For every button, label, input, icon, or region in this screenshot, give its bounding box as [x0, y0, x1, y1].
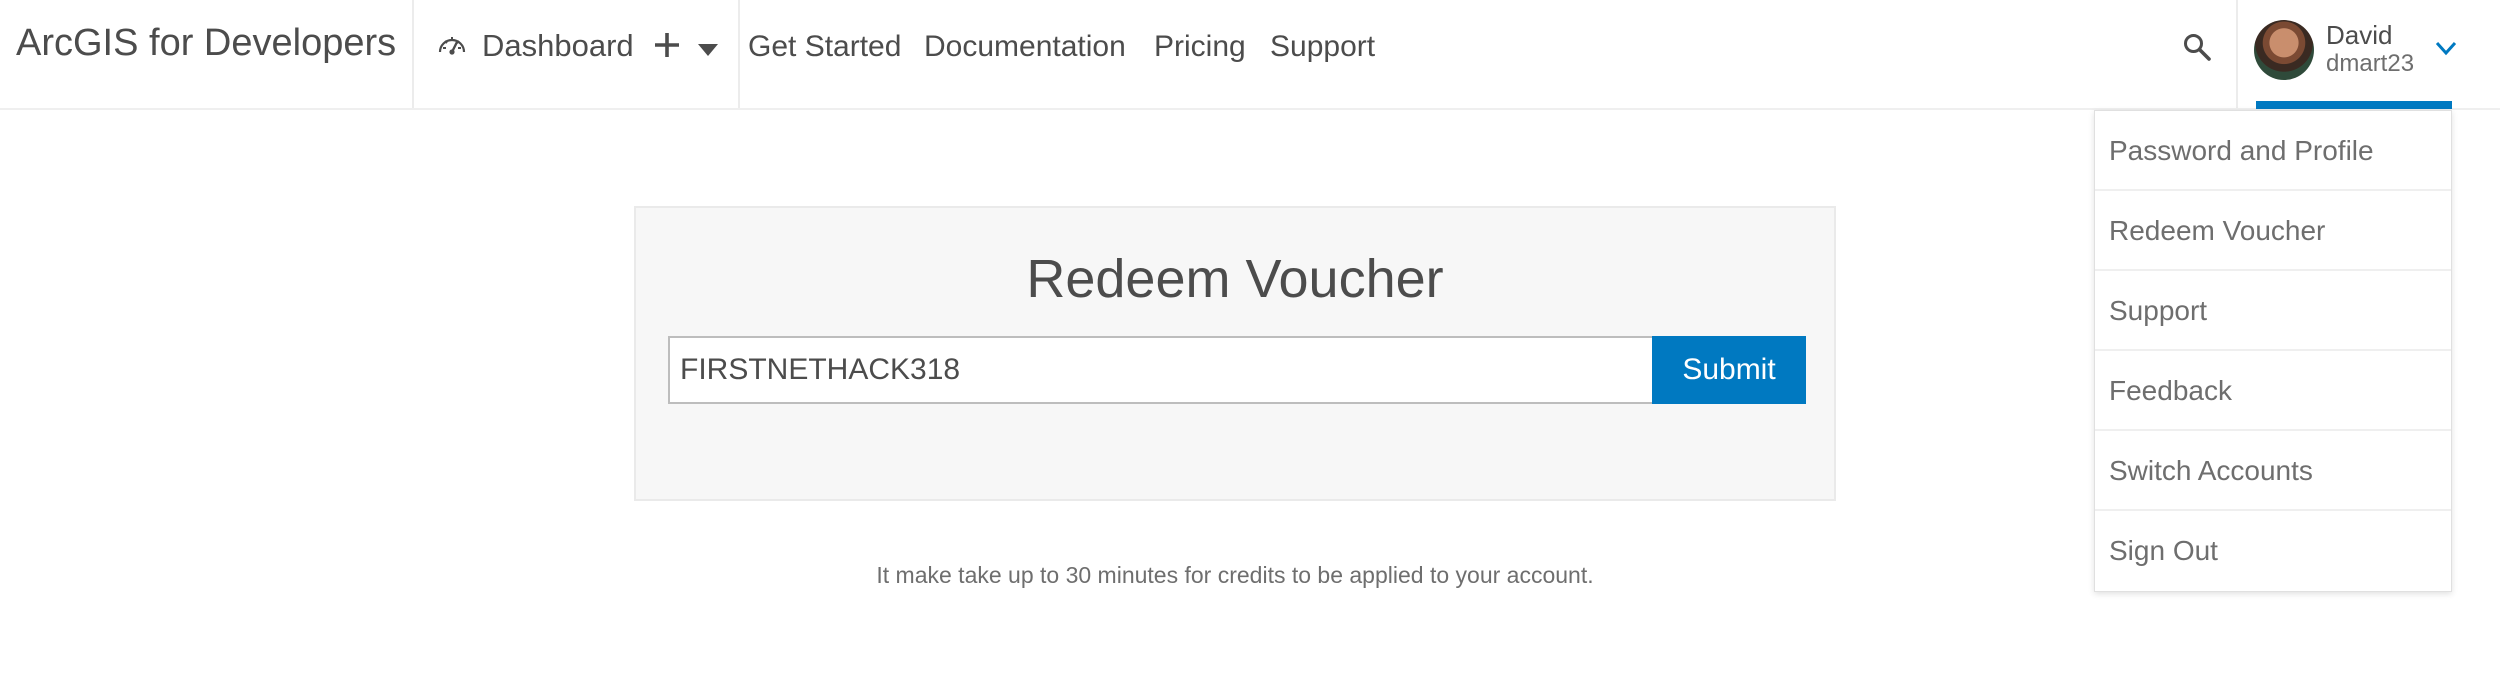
menu-item-support[interactable]: Support	[2095, 271, 2451, 351]
voucher-code-input[interactable]	[668, 336, 1654, 404]
speedometer-icon	[438, 37, 466, 55]
user-username: dmart23	[2326, 50, 2415, 77]
user-dropdown-menu: Password and Profile Redeem Voucher Supp…	[2094, 110, 2452, 592]
credit-delay-note: It make take up to 30 minutes for credit…	[876, 562, 1594, 588]
nav-pricing[interactable]: Pricing	[1154, 30, 1246, 64]
avatar	[2254, 20, 2314, 80]
menu-item-switch-accounts[interactable]: Switch Accounts	[2095, 431, 2451, 511]
add-button[interactable]	[652, 22, 682, 66]
menu-item-redeem-voucher[interactable]: Redeem Voucher	[2095, 191, 2451, 271]
user-name: David	[2326, 20, 2393, 50]
menu-item-feedback[interactable]: Feedback	[2095, 351, 2451, 431]
nav-support[interactable]: Support	[1270, 30, 1375, 64]
user-menu-toggle[interactable]: David dmart23	[2238, 0, 2500, 110]
plus-icon	[655, 33, 679, 57]
search-icon[interactable]	[2182, 32, 2212, 62]
caret-down-icon[interactable]	[696, 42, 720, 58]
redeem-voucher-panel: Redeem Voucher Submit	[634, 206, 1836, 501]
submit-button[interactable]: Submit	[1652, 336, 1806, 404]
nav-divider	[738, 0, 740, 108]
nav-divider	[412, 0, 414, 108]
brand-title[interactable]: ArcGIS for Developers	[16, 22, 396, 65]
dashboard-label: Dashboard	[482, 28, 634, 63]
top-navigation: ArcGIS for Developers Dashboard Get Star…	[0, 0, 2500, 110]
menu-item-password-profile[interactable]: Password and Profile	[2095, 111, 2451, 191]
nav-documentation[interactable]: Documentation	[924, 30, 1126, 64]
chevron-down-icon	[2435, 41, 2457, 56]
user-menu-active-indicator	[2256, 101, 2452, 109]
page-title: Redeem Voucher	[1026, 249, 1444, 309]
dashboard-link[interactable]: Dashboard	[436, 28, 634, 64]
nav-get-started[interactable]: Get Started	[748, 30, 901, 64]
